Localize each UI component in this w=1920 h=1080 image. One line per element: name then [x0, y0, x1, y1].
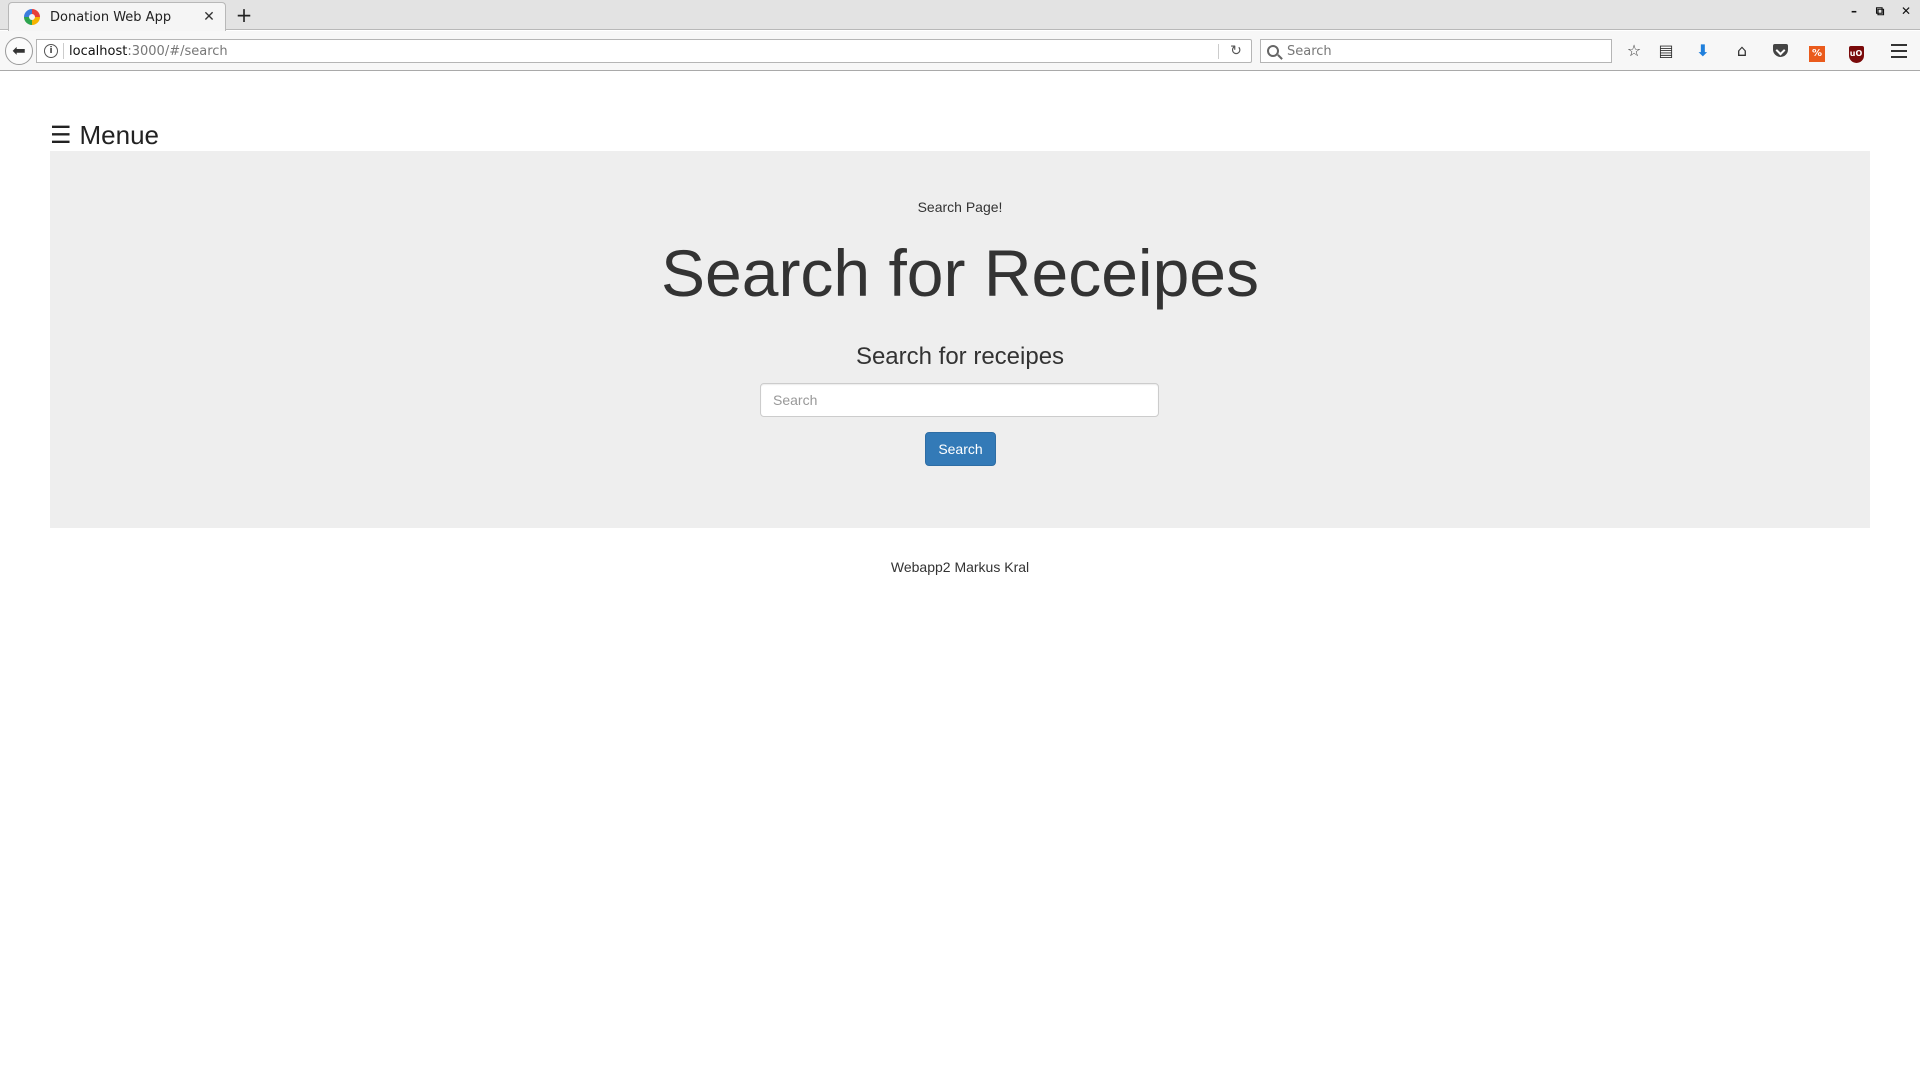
- download-icon[interactable]: ⬇: [1692, 40, 1714, 62]
- bookmark-star-icon[interactable]: ☆: [1623, 40, 1645, 62]
- pocket-icon[interactable]: [1769, 40, 1791, 62]
- home-icon[interactable]: ⌂: [1731, 40, 1753, 62]
- search-button[interactable]: Search: [925, 432, 996, 466]
- url-host: localhost: [69, 43, 128, 59]
- new-tab-button[interactable]: +: [232, 3, 256, 27]
- url-bar[interactable]: i localhost:3000/#/search ↻: [36, 39, 1252, 63]
- page-subtitle: Search Page!: [917, 199, 1003, 215]
- browser-search-input[interactable]: [1285, 42, 1585, 60]
- navigation-toolbar: ⬅ i localhost:3000/#/search ↻ ☆ ▤ ⬇ ⌂ % …: [0, 31, 1920, 71]
- window-close-button[interactable]: ✕: [1893, 0, 1919, 22]
- ublock-icon[interactable]: uO: [1845, 40, 1867, 63]
- footer-text: Webapp2 Markus Kral: [890, 559, 1030, 575]
- menu-label: Menue: [79, 120, 160, 150]
- back-arrow-icon: ⬅: [12, 41, 26, 60]
- app-favicon-icon: [24, 9, 40, 25]
- url-path: :3000/#/search: [127, 43, 228, 59]
- jumbotron: Search Page! Search for Receipes Search …: [50, 151, 1870, 528]
- reload-icon[interactable]: ↻: [1227, 42, 1245, 60]
- tab-title: Donation Web App: [50, 9, 172, 25]
- menu-toggle[interactable]: ☰ Menue: [50, 120, 159, 151]
- tab-close-icon[interactable]: ✕: [199, 7, 219, 27]
- hamburger-menu-icon[interactable]: [1888, 40, 1910, 62]
- browser-tab[interactable]: Donation Web App ✕: [8, 2, 226, 31]
- menu-icon: ☰: [50, 122, 72, 149]
- site-info-icon[interactable]: i: [44, 44, 58, 58]
- search-form-heading: Search for receipes: [855, 343, 1065, 370]
- search-icon: [1267, 45, 1279, 57]
- extension-icon[interactable]: %: [1806, 40, 1828, 62]
- window-restore-button[interactable]: ⧉: [1867, 0, 1893, 22]
- reading-list-icon[interactable]: ▤: [1655, 40, 1677, 62]
- window-minimize-button[interactable]: –: [1841, 0, 1867, 22]
- search-input[interactable]: [760, 383, 1159, 417]
- browser-search-bar[interactable]: [1260, 39, 1612, 63]
- tab-bar: Donation Web App ✕ + – ⧉ ✕: [0, 0, 1920, 31]
- url-divider-right: [1218, 44, 1219, 59]
- url-divider: [63, 43, 64, 59]
- page-title: Search for Receipes: [661, 236, 1259, 310]
- back-button[interactable]: ⬅: [5, 37, 33, 65]
